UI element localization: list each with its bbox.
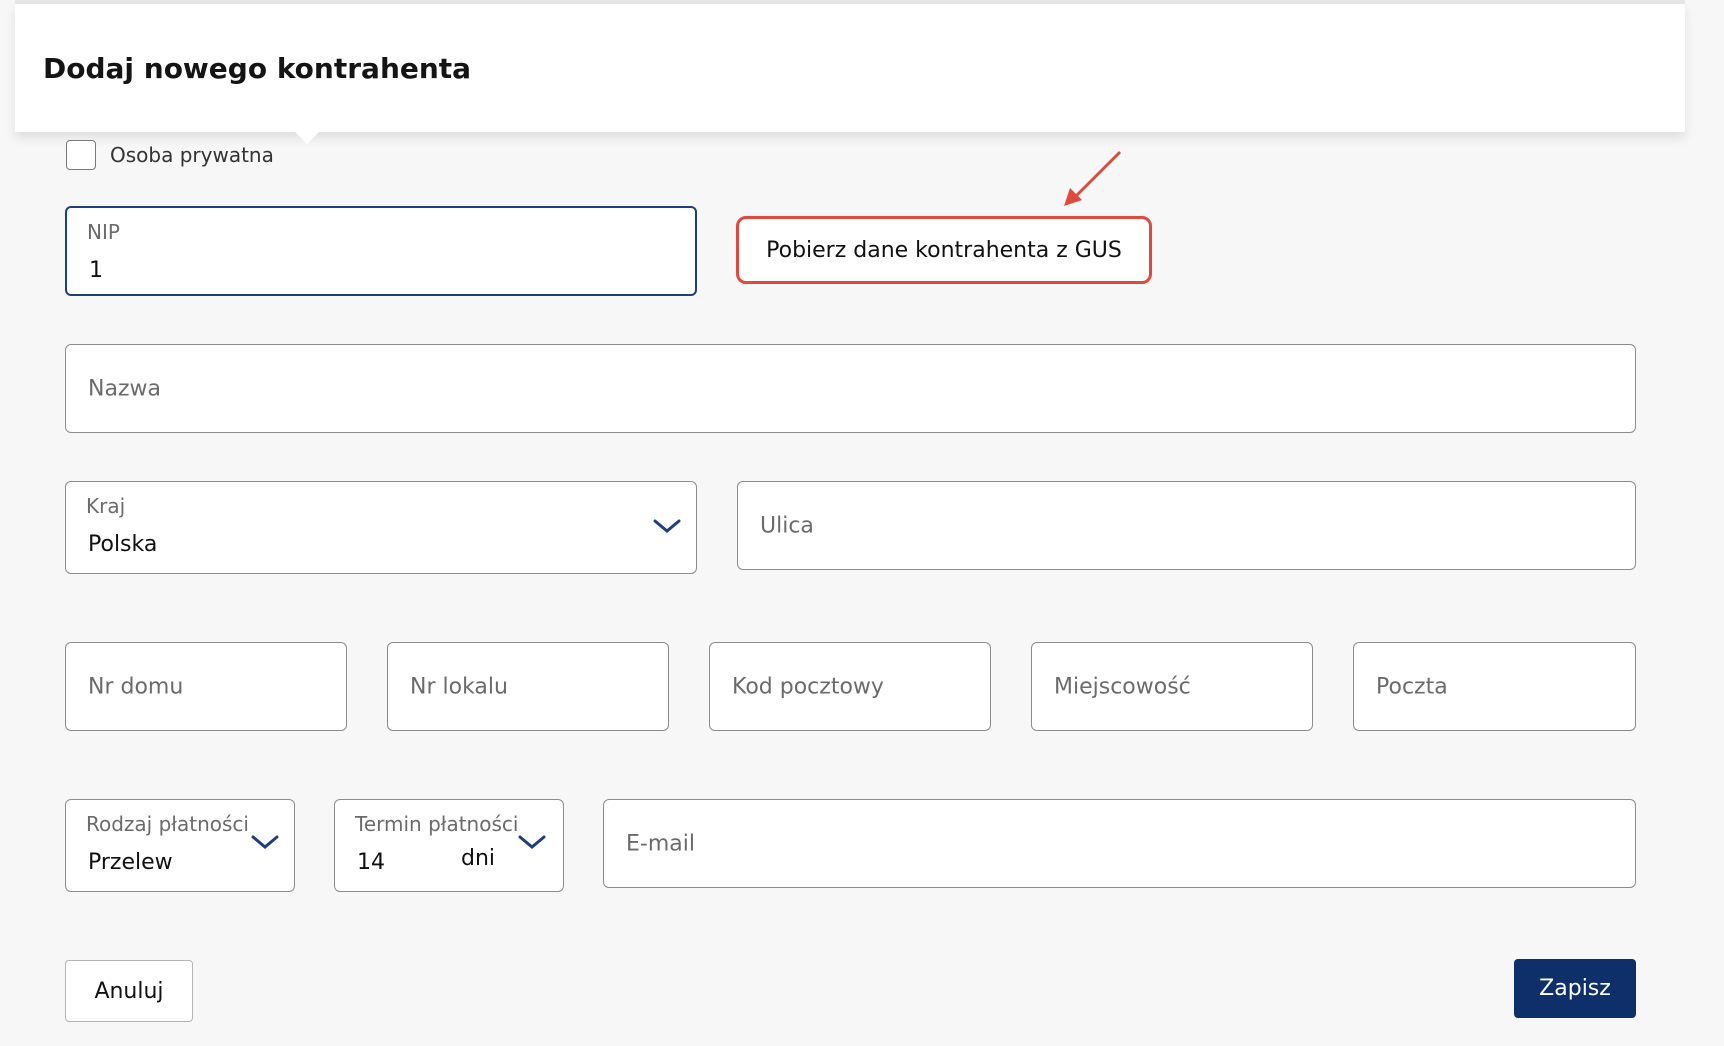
private-person-checkbox[interactable] (66, 140, 96, 170)
house-number-placeholder: Nr domu (88, 674, 184, 699)
nip-field[interactable]: NIP 1 (65, 206, 697, 296)
street-field[interactable]: Ulica (737, 481, 1636, 570)
chevron-down-icon (653, 519, 681, 533)
fetch-gus-data-button[interactable]: Pobierz dane kontrahenta z GUS (736, 216, 1152, 284)
street-placeholder: Ulica (760, 513, 814, 538)
red-arrow-icon (1064, 150, 1122, 206)
payment-type-value: Przelew (88, 850, 173, 875)
postal-code-field[interactable]: Kod pocztowy (709, 642, 991, 731)
chevron-down-icon (251, 835, 279, 849)
name-placeholder: Nazwa (88, 376, 161, 401)
payment-term-value: 14 (357, 850, 385, 875)
country-select[interactable]: Kraj Polska (65, 481, 697, 574)
chevron-down-icon (518, 835, 546, 849)
dialog-title: Dodaj nowego kontrahenta (43, 52, 472, 85)
header-pointer (295, 132, 319, 144)
apartment-number-placeholder: Nr lokalu (410, 674, 508, 699)
post-office-field[interactable]: Poczta (1353, 642, 1636, 731)
country-value: Polska (88, 532, 158, 557)
dialog-header: Dodaj nowego kontrahenta (15, 4, 1685, 144)
city-placeholder: Miejscowość (1054, 674, 1191, 699)
email-placeholder: E-mail (626, 831, 695, 856)
country-label: Kraj (86, 494, 126, 518)
payment-type-label: Rodzaj płatności (86, 812, 249, 836)
name-field[interactable]: Nazwa (65, 344, 1636, 433)
post-office-placeholder: Poczta (1376, 674, 1448, 699)
payment-term-select[interactable]: Termin płatności 14 dni (334, 799, 564, 892)
private-person-label: Osoba prywatna (110, 143, 274, 167)
payment-term-label: Termin płatności (355, 812, 519, 836)
payment-term-unit: dni (461, 846, 496, 871)
postal-code-placeholder: Kod pocztowy (732, 674, 884, 699)
house-number-field[interactable]: Nr domu (65, 642, 347, 731)
city-field[interactable]: Miejscowość (1031, 642, 1313, 731)
cancel-button[interactable]: Anuluj (65, 960, 193, 1022)
save-button[interactable]: Zapisz (1514, 959, 1636, 1018)
nip-value: 1 (89, 258, 103, 283)
private-person-checkbox-row[interactable]: Osoba prywatna (66, 140, 274, 170)
nip-label: NIP (87, 220, 120, 244)
email-field[interactable]: E-mail (603, 799, 1636, 888)
payment-type-select[interactable]: Rodzaj płatności Przelew (65, 799, 295, 892)
apartment-number-field[interactable]: Nr lokalu (387, 642, 669, 731)
